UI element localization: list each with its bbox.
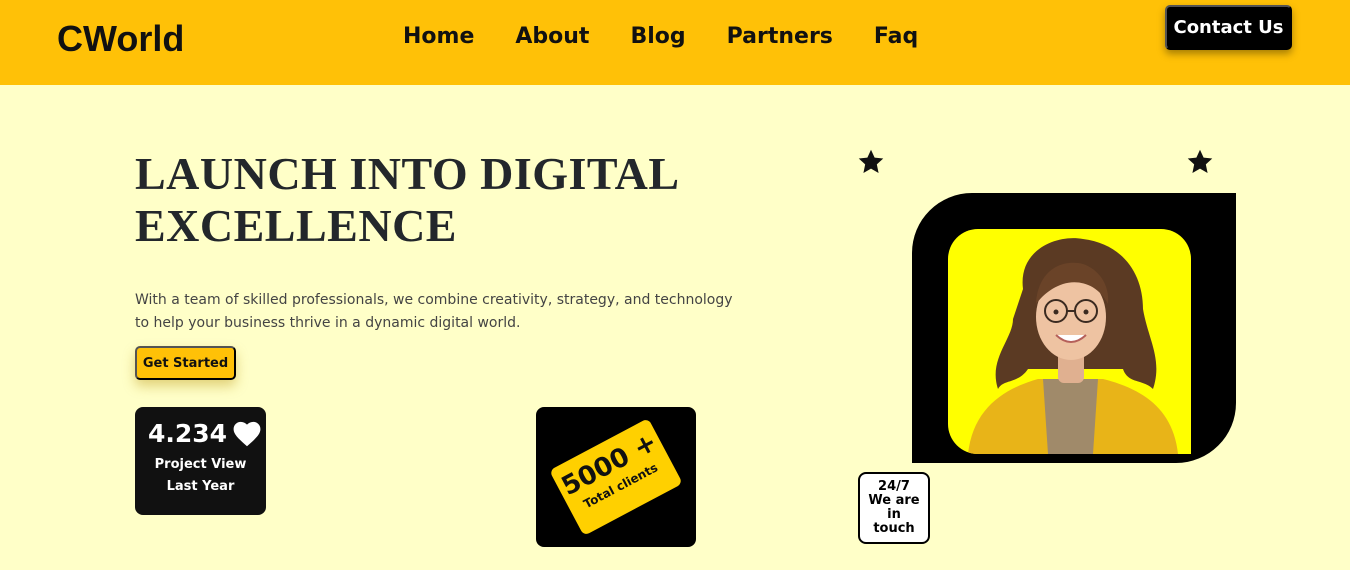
- star-icon: [1187, 149, 1213, 173]
- brand-logo[interactable]: CWorld: [57, 18, 184, 60]
- project-view-label: Project View Last Year: [135, 454, 266, 498]
- hero-description: With a team of skilled professionals, we…: [135, 292, 733, 331]
- nav-blog[interactable]: Blog: [630, 24, 685, 49]
- hero-title-line1: LAUNCH INTO DIGITAL: [135, 148, 680, 199]
- nav-home[interactable]: Home: [403, 24, 474, 49]
- stat-value-row: 4.234: [148, 419, 261, 448]
- nav-about[interactable]: About: [515, 24, 589, 49]
- hero-title: LAUNCH INTO DIGITAL EXCELLENCE: [135, 148, 735, 252]
- project-view-value: 4.234: [148, 419, 228, 448]
- profile-photo: [948, 229, 1191, 454]
- support-badge-line4: touch: [873, 521, 915, 536]
- support-badge: 24/7 We are in touch: [858, 472, 930, 544]
- clients-tag: 5000 + Total clients: [549, 418, 683, 536]
- star-icon: [858, 149, 884, 173]
- project-view-label-line2: Last Year: [166, 479, 235, 494]
- heart-icon: [233, 421, 261, 446]
- project-view-label-line1: Project View: [154, 457, 247, 472]
- navbar: CWorld Home About Blog Partners Faq Cont…: [0, 0, 1350, 85]
- woman-portrait-illustration: [968, 238, 1178, 454]
- get-started-button[interactable]: Get Started: [135, 346, 236, 380]
- main-nav: Home About Blog Partners Faq: [403, 24, 959, 49]
- support-badge-line1: 24/7: [878, 479, 910, 494]
- profile-photo-frame: [912, 193, 1236, 463]
- nav-partners[interactable]: Partners: [727, 24, 833, 49]
- nav-faq[interactable]: Faq: [874, 24, 918, 49]
- total-clients-card: 5000 + Total clients: [536, 407, 696, 547]
- project-view-card: 4.234 Project View Last Year: [135, 407, 266, 515]
- hero-title-line2: EXCELLENCE: [135, 200, 457, 251]
- support-badge-line3: in: [887, 507, 901, 522]
- contact-us-button[interactable]: Contact Us: [1165, 5, 1292, 50]
- support-badge-line2: We are: [868, 493, 920, 508]
